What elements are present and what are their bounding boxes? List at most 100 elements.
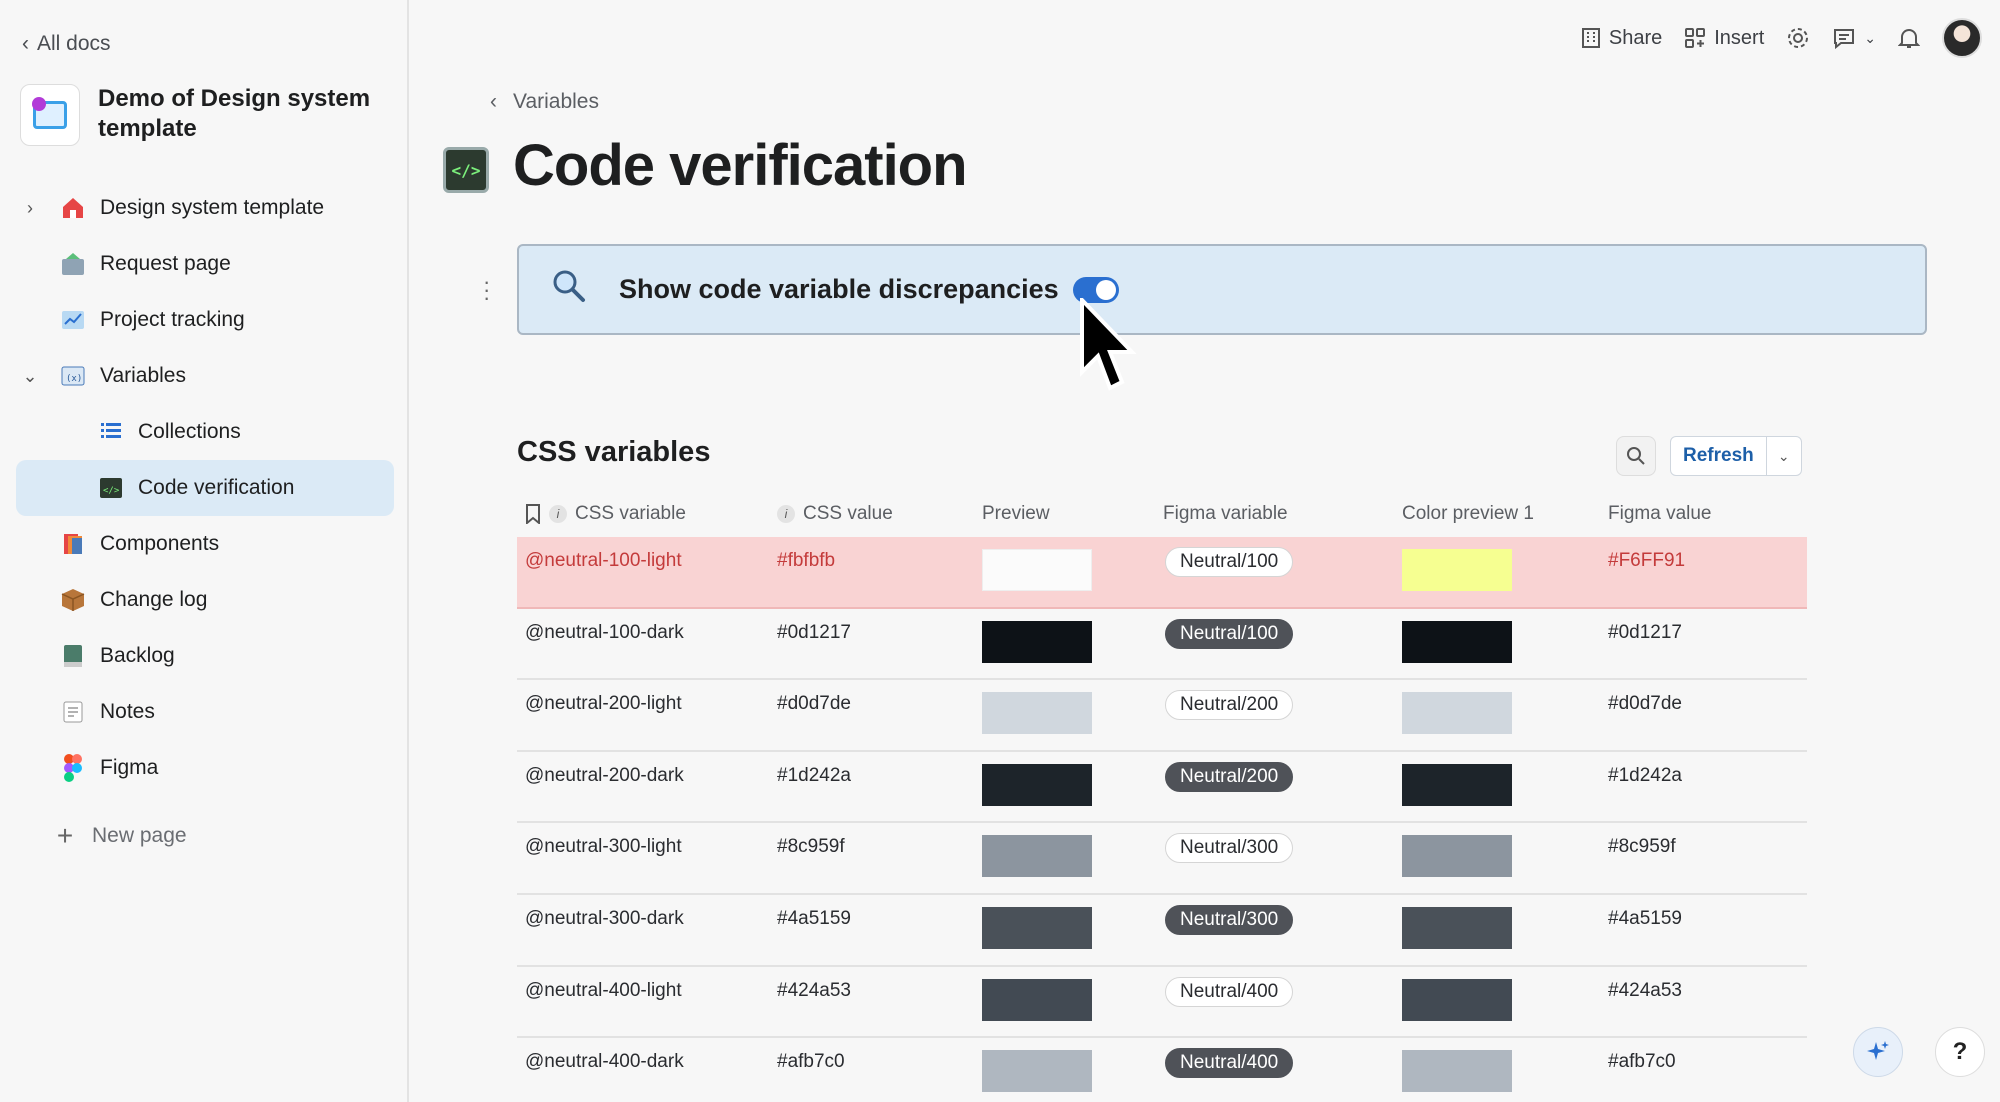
figma-icon bbox=[58, 753, 88, 783]
css-variable-cell: @neutral-200-dark bbox=[525, 764, 684, 786]
new-page-label: New page bbox=[92, 824, 187, 847]
sparkle-icon bbox=[1867, 1041, 1889, 1060]
sidebar-item-design-system-template[interactable]: › Design system template bbox=[16, 180, 394, 236]
avatar[interactable] bbox=[1942, 18, 1982, 58]
sidebar-item-components[interactable]: Components bbox=[16, 516, 394, 572]
preview-swatch bbox=[982, 549, 1092, 591]
css-value-cell: #8c959f bbox=[777, 836, 845, 858]
chevron-right-icon[interactable]: › bbox=[16, 198, 44, 219]
sidebar-item-figma[interactable]: Figma bbox=[16, 740, 394, 796]
table-header: i CSS variable i CSS value Preview Figma… bbox=[517, 495, 1807, 537]
table-body: @neutral-100-light #fbfbfb Neutral/100 #F6F… bbox=[517, 537, 1807, 1102]
book-icon bbox=[58, 641, 88, 671]
figma-variable-pill[interactable]: Neutral/400 bbox=[1165, 976, 1294, 1007]
magnifier-icon bbox=[551, 268, 587, 312]
css-value-cell: #0d1217 bbox=[777, 621, 851, 643]
css-value-cell: #d0d7de bbox=[777, 693, 851, 715]
column-header-css-variable[interactable]: i CSS variable bbox=[525, 503, 686, 525]
page-title: Code verification bbox=[513, 133, 968, 198]
chevron-left-icon: ‹ bbox=[490, 90, 497, 113]
figma-variable-pill[interactable]: Neutral/400 bbox=[1165, 1048, 1294, 1079]
table-row[interactable]: @neutral-200-light #d0d7de Neutral/200 #d0d… bbox=[517, 680, 1807, 752]
color-preview-swatch bbox=[1402, 692, 1512, 735]
grid-plus-icon bbox=[1685, 28, 1706, 48]
house-icon bbox=[58, 193, 88, 223]
figma-value-cell: #F6FF91 bbox=[1608, 550, 1686, 571]
column-header-figma-value[interactable]: Figma value bbox=[1608, 503, 1712, 525]
column-header-css-value[interactable]: i CSS value bbox=[777, 503, 893, 525]
chevron-left-icon: ‹ bbox=[22, 32, 29, 55]
table-search-button[interactable] bbox=[1616, 436, 1656, 476]
chevron-down-icon[interactable]: ⌄ bbox=[16, 366, 44, 387]
info-icon: i bbox=[549, 505, 567, 523]
gear-icon[interactable] bbox=[1786, 26, 1810, 50]
color-preview-swatch bbox=[1402, 835, 1512, 878]
comments-button[interactable]: ⌄ bbox=[1832, 26, 1876, 50]
sidebar-item-change-log[interactable]: Change log bbox=[16, 572, 394, 628]
figma-variable-pill[interactable]: Neutral/300 bbox=[1165, 904, 1294, 935]
figma-value-cell: #0d1217 bbox=[1608, 621, 1682, 643]
table-row[interactable]: @neutral-200-dark #1d242a Neutral/200 #1d24… bbox=[517, 752, 1807, 824]
figma-variable-pill[interactable]: Neutral/100 bbox=[1165, 618, 1294, 649]
css-value-cell: #fbfbfb bbox=[777, 550, 836, 571]
sidebar-item-label: Project tracking bbox=[100, 308, 245, 331]
question-icon: ? bbox=[1952, 1038, 1968, 1065]
sidebar-item-notes[interactable]: Notes bbox=[16, 684, 394, 740]
bookmark-icon bbox=[526, 504, 540, 524]
refresh-button[interactable]: Refresh ⌄ bbox=[1670, 436, 1802, 476]
figma-variable-pill[interactable]: Neutral/200 bbox=[1165, 761, 1294, 792]
sidebar-item-code-verification[interactable]: </> Code verification bbox=[16, 460, 394, 516]
code-page-icon[interactable]: </> bbox=[443, 147, 489, 193]
table-row[interactable]: @neutral-400-dark #afb7c0 Neutral/400 #afb7… bbox=[517, 1038, 1807, 1102]
color-preview-swatch bbox=[1402, 763, 1512, 806]
mouse-cursor-icon bbox=[1080, 298, 1137, 391]
sidebar-item-label: Notes bbox=[100, 700, 155, 723]
figma-value-cell: #4a5159 bbox=[1608, 907, 1682, 929]
share-button[interactable]: Share bbox=[1581, 27, 1662, 50]
sidebar-item-request-page[interactable]: Request page bbox=[16, 236, 394, 292]
sidebar-item-label: Change log bbox=[100, 588, 208, 611]
css-value-cell: #424a53 bbox=[777, 979, 851, 1001]
sidebar-item-label: Request page bbox=[100, 252, 231, 275]
sidebar-item-backlog[interactable]: Backlog bbox=[16, 628, 394, 684]
help-button[interactable]: ? bbox=[1935, 1027, 1985, 1077]
drag-handle-icon[interactable]: · · · bbox=[483, 271, 490, 309]
column-header-color-preview[interactable]: Color preview 1 bbox=[1402, 503, 1534, 525]
sidebar-item-project-tracking[interactable]: Project tracking bbox=[16, 292, 394, 348]
sidebar-item-collections[interactable]: Collections bbox=[16, 404, 394, 460]
figma-variable-pill[interactable]: Neutral/200 bbox=[1165, 690, 1294, 721]
chevron-down-icon[interactable]: ⌄ bbox=[1767, 437, 1801, 475]
insert-button[interactable]: Insert bbox=[1684, 27, 1764, 50]
css-variable-cell: @neutral-200-light bbox=[525, 693, 682, 715]
table-row[interactable]: @neutral-400-light #424a53 Neutral/400 #424… bbox=[517, 967, 1807, 1039]
sidebar-item-variables[interactable]: ⌄ (x) Variables bbox=[16, 348, 394, 404]
plus-icon: + bbox=[56, 820, 74, 851]
all-docs-link[interactable]: ‹ All docs bbox=[22, 32, 111, 56]
preview-swatch bbox=[982, 978, 1092, 1021]
table-tools: Refresh ⌄ bbox=[1616, 436, 1802, 476]
table-row[interactable]: @neutral-100-light #fbfbfb Neutral/100 #F6F… bbox=[517, 537, 1807, 609]
css-value-cell: #afb7c0 bbox=[777, 1051, 845, 1073]
css-variable-cell: @neutral-300-light bbox=[525, 836, 682, 858]
breadcrumb-label: Variables bbox=[513, 90, 599, 113]
bell-icon[interactable] bbox=[1898, 26, 1920, 50]
doc-header[interactable]: Demo of Design system template bbox=[20, 84, 398, 146]
table-row[interactable]: @neutral-100-dark #0d1217 Neutral/100 #0d12… bbox=[517, 609, 1807, 681]
share-label: Share bbox=[1608, 26, 1663, 49]
table-row[interactable]: @neutral-300-light #8c959f Neutral/300 #8c9… bbox=[517, 823, 1807, 895]
variables-icon: (x) bbox=[58, 361, 88, 391]
table-row[interactable]: @neutral-300-dark #4a5159 Neutral/300 #4a51… bbox=[517, 895, 1807, 967]
breadcrumb[interactable]: ‹ Variables bbox=[490, 90, 599, 114]
figma-value-cell: #8c959f bbox=[1608, 836, 1676, 858]
figma-variable-pill[interactable]: Neutral/100 bbox=[1165, 547, 1294, 577]
doc-title: Demo of Design system template bbox=[98, 85, 371, 142]
discrepancy-callout: Show code variable discrepancies bbox=[517, 244, 1927, 335]
ai-sparkle-button[interactable] bbox=[1853, 1027, 1903, 1077]
refresh-label[interactable]: Refresh bbox=[1671, 437, 1767, 475]
preview-swatch bbox=[982, 906, 1092, 949]
new-page-button[interactable]: + New page bbox=[16, 808, 394, 864]
color-preview-swatch bbox=[1402, 1050, 1512, 1093]
column-header-preview[interactable]: Preview bbox=[982, 503, 1050, 525]
column-header-figma-variable[interactable]: Figma variable bbox=[1163, 503, 1288, 525]
figma-variable-pill[interactable]: Neutral/300 bbox=[1165, 833, 1294, 864]
